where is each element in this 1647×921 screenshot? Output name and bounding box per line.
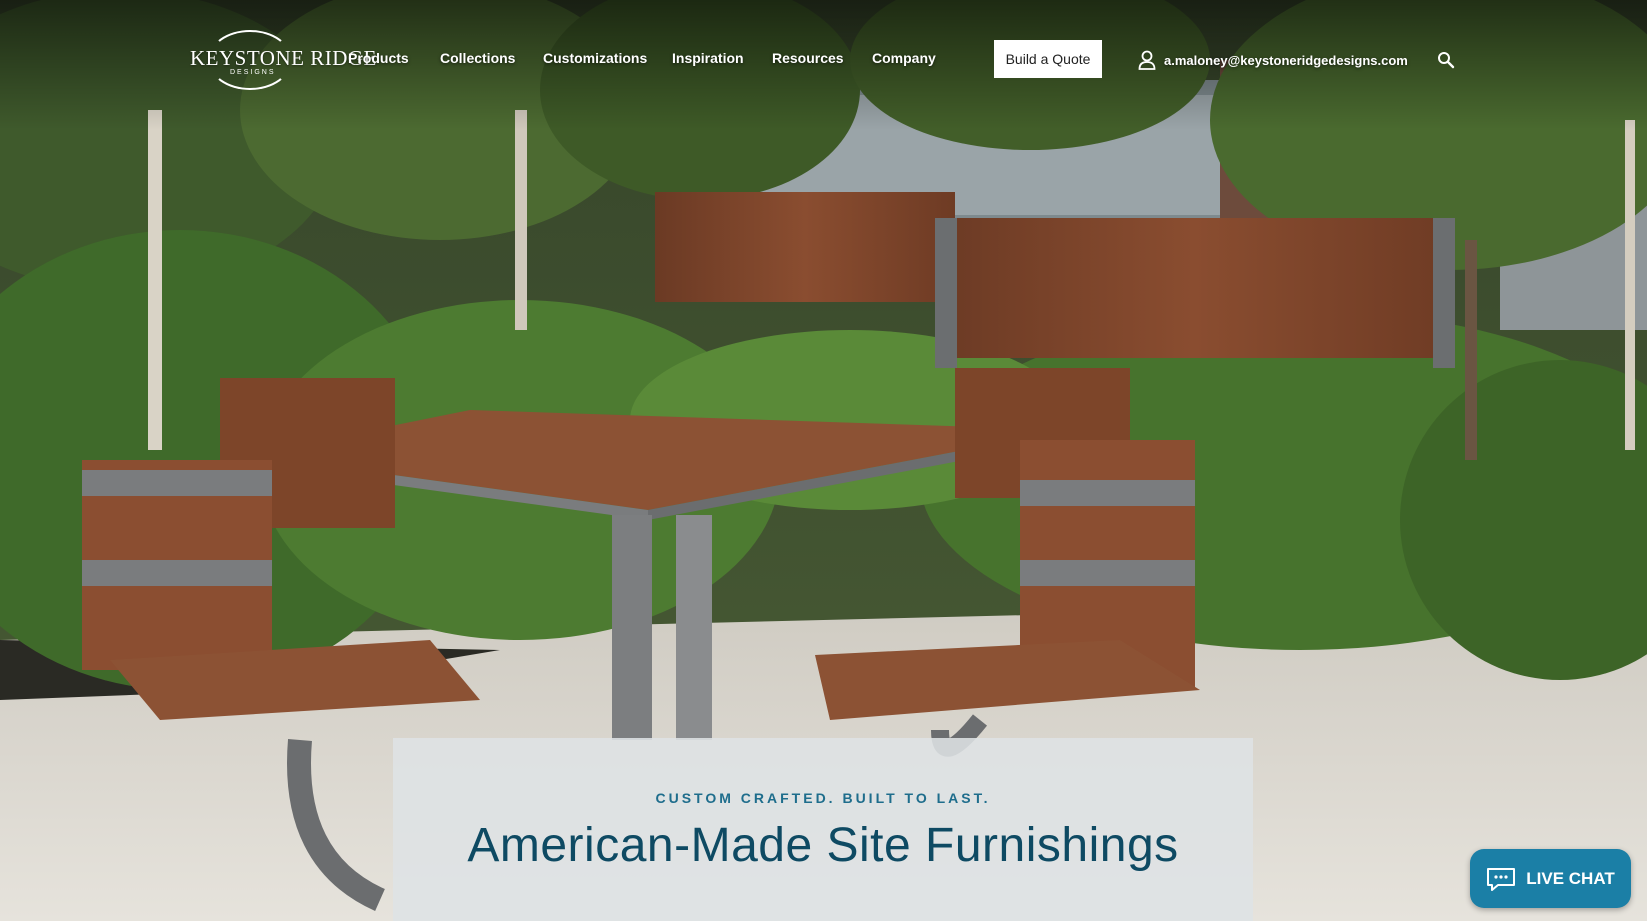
user-icon <box>1138 50 1156 70</box>
nav-item-resources[interactable]: Resources <box>772 50 844 66</box>
nav-item-inspiration[interactable]: Inspiration <box>672 50 744 66</box>
logo-subtext: DESIGNS <box>230 69 276 76</box>
nav-item-company[interactable]: Company <box>872 50 936 66</box>
hero-headline: American-Made Site Furnishings <box>467 819 1179 872</box>
build-a-quote-button[interactable]: Build a Quote <box>994 40 1102 78</box>
live-chat-label: LIVE CHAT <box>1526 868 1615 888</box>
account-link[interactable]: a.maloney@keystoneridgedesigns.com <box>1138 49 1408 71</box>
search-icon[interactable] <box>1437 51 1455 69</box>
hero-eyebrow: CUSTOM CRAFTED. BUILT TO LAST. <box>655 790 991 806</box>
hero-text-card: CUSTOM CRAFTED. BUILT TO LAST. American-… <box>393 738 1253 921</box>
chat-bubble-icon <box>1487 867 1516 891</box>
nav-item-products[interactable]: Products <box>348 50 409 66</box>
site-header: KEYSTONE RIDGE DESIGNS Products Collecti… <box>0 0 1647 120</box>
live-chat-button[interactable]: LIVE CHAT <box>1470 849 1631 908</box>
nav-item-collections[interactable]: Collections <box>440 50 515 66</box>
user-email: a.maloney@keystoneridgedesigns.com <box>1164 52 1408 68</box>
keystone-ridge-logo[interactable]: KEYSTONE RIDGE DESIGNS <box>190 30 376 90</box>
nav-item-customizations[interactable]: Customizations <box>543 50 647 66</box>
